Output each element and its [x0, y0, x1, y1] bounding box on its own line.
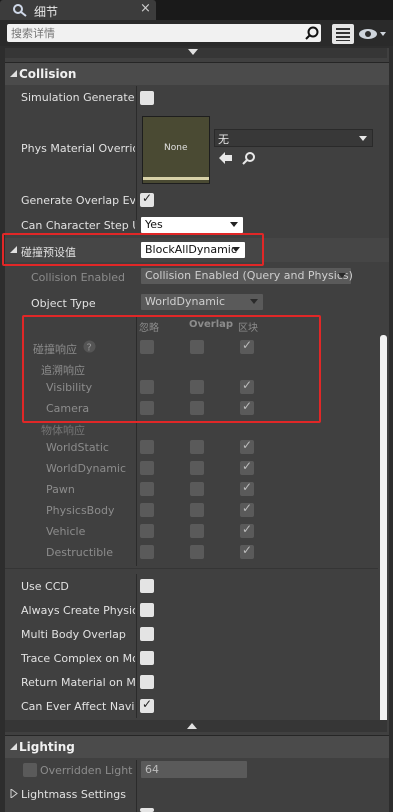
- destructible-overlap-checkbox[interactable]: [190, 545, 204, 559]
- always-create-physics-checkbox[interactable]: [140, 603, 154, 617]
- trace-complex-checkbox[interactable]: [140, 651, 154, 665]
- thumbnail-strip: [143, 177, 209, 180]
- world-dynamic-label: WorldDynamic: [46, 462, 127, 475]
- material-thumbnail[interactable]: None: [142, 116, 210, 184]
- material-value: 无: [218, 133, 229, 146]
- physics-body-label: PhysicsBody: [46, 504, 115, 517]
- lighting-category-header[interactable]: Lighting: [5, 735, 389, 758]
- destructible-label: Destructible: [46, 546, 113, 559]
- can-step-up-value: Yes: [145, 218, 163, 231]
- tab-title: 细节: [34, 5, 59, 19]
- highlight-box-preset: [2, 233, 264, 266]
- view-options-button[interactable]: [332, 24, 354, 44]
- can-step-up-label: Can Character Step Up: [21, 219, 135, 232]
- overridden-light-value: 64: [145, 763, 159, 776]
- use-selected-arrow-icon[interactable]: [219, 152, 233, 164]
- search-box[interactable]: [7, 24, 321, 42]
- search-input[interactable]: [7, 24, 295, 42]
- chevron-down-icon: [338, 273, 346, 278]
- advanced-toggle-bar[interactable]: [5, 720, 387, 732]
- collapse-arrow-icon: [10, 743, 17, 750]
- world-static-overlap-checkbox[interactable]: [190, 440, 204, 454]
- use-ccd-label: Use CCD: [21, 580, 69, 593]
- collision-enabled-value: Collision Enabled (Query and Physics): [145, 269, 353, 282]
- collision-title: Collision: [19, 67, 77, 81]
- phys-material-override-label: Phys Material Override: [21, 142, 135, 155]
- lighting-title: Lighting: [19, 740, 75, 754]
- chevron-down-icon: [230, 222, 238, 227]
- physics-body-overlap-checkbox[interactable]: [190, 503, 204, 517]
- pawn-overlap-checkbox[interactable]: [190, 482, 204, 496]
- can-ever-affect-label: Can Ever Affect Naviga: [21, 700, 135, 713]
- multi-body-overlap-label: Multi Body Overlap: [21, 628, 126, 641]
- collapse-bar[interactable]: [5, 48, 387, 58]
- material-combo[interactable]: 无: [214, 129, 373, 147]
- overridden-light-checkbox[interactable]: [23, 763, 37, 777]
- can-step-up-dropdown[interactable]: Yes: [141, 217, 243, 233]
- pawn-ignore-checkbox[interactable]: [140, 482, 154, 496]
- column-separator: [136, 574, 137, 718]
- pawn-block-checkbox[interactable]: [240, 480, 254, 496]
- object-type-label: Object Type: [31, 297, 96, 310]
- world-static-label: WorldStatic: [46, 441, 109, 454]
- world-static-ignore-checkbox[interactable]: [140, 440, 154, 454]
- multi-body-overlap-checkbox[interactable]: [140, 627, 154, 641]
- overridden-light-field[interactable]: 64: [141, 761, 247, 778]
- close-icon[interactable]: ×: [140, 1, 151, 16]
- object-response-label: 物体响应: [41, 424, 85, 437]
- thumbnail-none-text: None: [164, 143, 188, 153]
- vehicle-ignore-checkbox[interactable]: [140, 524, 154, 538]
- scrollbar[interactable]: [380, 335, 387, 727]
- chevron-down-icon: [188, 49, 198, 55]
- divider: [5, 568, 378, 569]
- chevron-down-icon: [250, 299, 258, 304]
- chevron-up-icon: [187, 723, 197, 729]
- pawn-label: Pawn: [46, 483, 75, 496]
- expand-arrow-icon[interactable]: [10, 789, 18, 798]
- list-icon: [336, 28, 350, 41]
- vehicle-block-checkbox[interactable]: [240, 522, 254, 538]
- physics-body-ignore-checkbox[interactable]: [140, 503, 154, 517]
- physics-body-block-checkbox[interactable]: [240, 501, 254, 517]
- chevron-down-icon: [359, 136, 367, 141]
- object-type-value: WorldDynamic: [145, 295, 226, 308]
- trace-complex-label: Trace Complex on Mov: [21, 652, 135, 665]
- world-static-block-checkbox[interactable]: [240, 438, 254, 454]
- can-ever-affect-checkbox[interactable]: [140, 697, 154, 713]
- details-icon: [13, 4, 27, 17]
- simulation-generates-label: Simulation Generates: [21, 91, 135, 104]
- search-icon[interactable]: [305, 26, 319, 40]
- destructible-block-checkbox[interactable]: [240, 543, 254, 559]
- use-ccd-checkbox[interactable]: [140, 579, 154, 593]
- generate-overlap-checkbox[interactable]: [140, 191, 154, 207]
- collapse-arrow-icon: [10, 70, 17, 77]
- object-type-dropdown[interactable]: WorldDynamic: [141, 294, 263, 310]
- world-dynamic-overlap-checkbox[interactable]: [190, 461, 204, 475]
- tab-details[interactable]: 细节 ×: [0, 0, 156, 20]
- return-material-checkbox[interactable]: [140, 675, 154, 689]
- highlight-box-responses: [22, 315, 321, 423]
- return-material-label: Return Material on Mov: [21, 676, 135, 689]
- always-create-physics-label: Always Create Physics: [21, 604, 135, 617]
- simulation-generates-checkbox[interactable]: [140, 91, 154, 105]
- collision-category-header[interactable]: Collision: [5, 62, 389, 85]
- column-separator: [136, 86, 137, 220]
- destructible-ignore-checkbox[interactable]: [140, 545, 154, 559]
- vehicle-overlap-checkbox[interactable]: [190, 524, 204, 538]
- collision-enabled-dropdown[interactable]: Collision Enabled (Query and Physics): [141, 268, 353, 284]
- overridden-light-label: Overridden Light M: [40, 764, 135, 777]
- collision-enabled-label: Collision Enabled: [31, 271, 126, 284]
- world-dynamic-block-checkbox[interactable]: [240, 459, 254, 475]
- generate-overlap-label: Generate Overlap Even: [21, 194, 135, 207]
- eye-icon[interactable]: [358, 27, 388, 41]
- vehicle-label: Vehicle: [46, 525, 86, 538]
- browse-search-icon[interactable]: [242, 151, 256, 165]
- column-separator: [136, 760, 137, 812]
- world-dynamic-ignore-checkbox[interactable]: [140, 461, 154, 475]
- lighting-next-checkbox[interactable]: [140, 808, 154, 812]
- lightmass-settings-label: Lightmass Settings: [21, 788, 126, 801]
